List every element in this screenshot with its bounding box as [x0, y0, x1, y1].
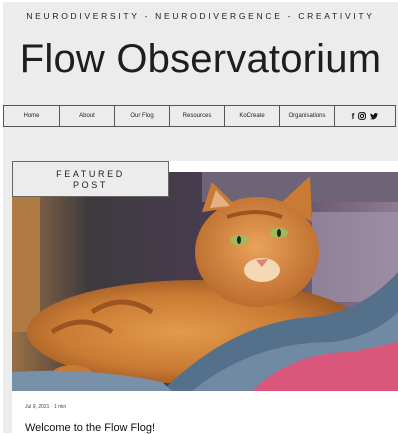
instagram-icon[interactable]: [358, 112, 367, 120]
featured-label: FEATURED: [56, 169, 125, 179]
facebook-icon[interactable]: f: [352, 112, 355, 121]
nav-item-home[interactable]: Home: [4, 106, 60, 126]
cat-photo: [12, 172, 398, 391]
page: NEURODIVERSITY - NEURODIVERGENCE - CREAT…: [3, 2, 398, 434]
post-meta: Jul 9, 2021 · 1 min: [25, 404, 66, 410]
site-title[interactable]: Flow Observatorium: [3, 37, 398, 82]
nav-item-our-flog[interactable]: Our Flog: [115, 106, 170, 126]
featured-post-badge: FEATURED POST: [12, 161, 169, 197]
post-date: Jul 9, 2021: [25, 404, 50, 410]
nav-item-organisations[interactable]: Organisations: [280, 106, 335, 126]
post-title[interactable]: Welcome to the Flow Flog!: [25, 422, 155, 434]
nav-item-about[interactable]: About: [60, 106, 115, 126]
twitter-icon[interactable]: [370, 112, 379, 120]
nav-item-kocreate[interactable]: KoCreate: [225, 106, 280, 126]
main-navigation: Home About Our Flog Resources KoCreate O…: [3, 105, 396, 127]
featured-post-card[interactable]: FEATURED POST Jul 9, 2021 · 1 min Welcom…: [12, 161, 398, 434]
post-read-time: 1 min: [53, 404, 67, 410]
featured-post-image[interactable]: [12, 172, 398, 391]
nav-item-resources[interactable]: Resources: [170, 106, 225, 126]
post-label: POST: [73, 180, 108, 190]
social-links: f: [335, 106, 395, 126]
site-tagline: NEURODIVERSITY - NEURODIVERGENCE - CREAT…: [26, 11, 375, 21]
